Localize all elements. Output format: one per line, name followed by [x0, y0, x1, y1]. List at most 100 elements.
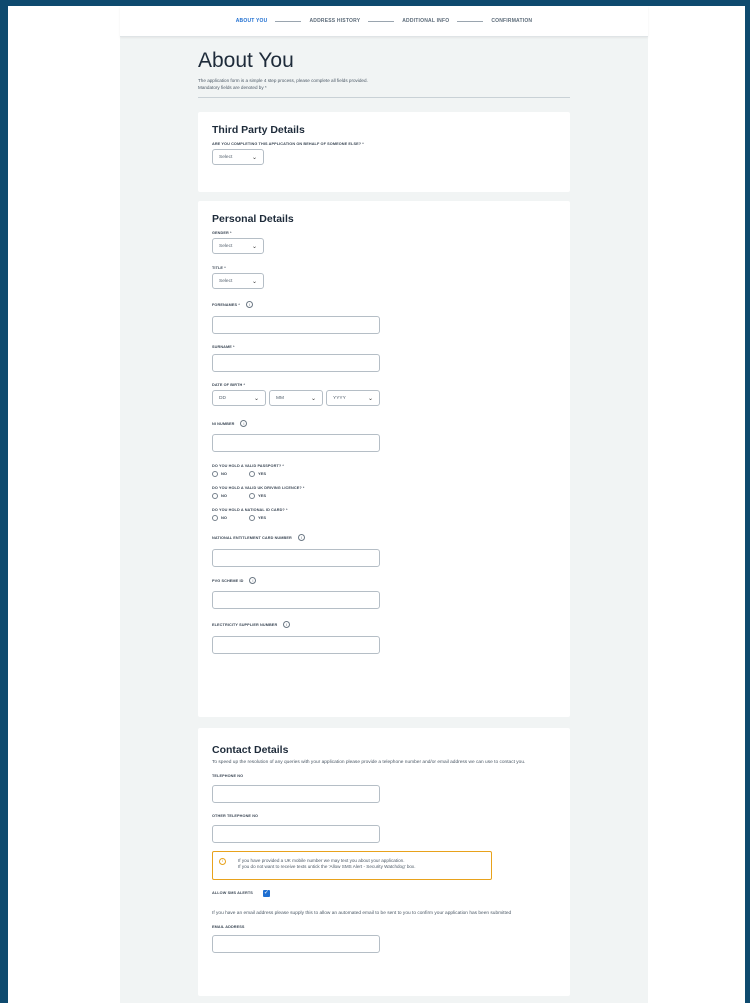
info-icon[interactable]: i [249, 577, 257, 584]
title-select-value: Select [219, 278, 233, 284]
radio-button[interactable] [249, 470, 255, 477]
third-party-question: ARE YOU COMPLETING THIS APPLICATION ON B… [212, 141, 364, 146]
passport-no-option[interactable]: NO [212, 470, 249, 477]
radio-label: YES [258, 515, 267, 520]
ni-label-text: NI NUMBER [212, 421, 235, 426]
step-additional-info[interactable]: ADDITIONAL INFO [398, 18, 453, 24]
step-address-history[interactable]: ADDRESS HISTORY [305, 18, 364, 24]
passport-label: DO YOU HOLD A VALID PASSPORT? * [212, 463, 285, 468]
contact-description: To speed up the resolution of any querie… [212, 760, 526, 765]
entitlement-input[interactable] [212, 549, 380, 567]
idcard-radio-group: NO YES [212, 513, 556, 522]
radio-label: NO [221, 515, 227, 520]
dob-month-select[interactable]: MM ⌄ [269, 390, 323, 406]
third-party-heading: Third Party Details [212, 124, 305, 136]
electricity-label: ELECTRICITY SUPPLIER NUMBER i [212, 621, 556, 628]
licence-no-option[interactable]: NO [212, 492, 249, 499]
licence-yes-option[interactable]: YES [249, 492, 286, 499]
electricity-label-text: ELECTRICITY SUPPLIER NUMBER [212, 622, 278, 627]
step-connector [275, 20, 302, 22]
passport-yes-option[interactable]: YES [249, 470, 286, 477]
sms-alerts-row: ALLOW SMS ALERTS ✓ [212, 889, 556, 897]
radio-button[interactable] [212, 492, 218, 499]
info-icon[interactable]: i [297, 534, 305, 541]
other-telephone-label: OTHER TELEPHONE NO [212, 814, 259, 818]
forenames-input[interactable] [212, 316, 380, 334]
licence-label: DO YOU HOLD A VALID UK DRIVING LICENCE? … [212, 485, 305, 490]
sms-notice-line2: If you do not want to receive texts unti… [238, 863, 416, 869]
other-telephone-input[interactable] [212, 824, 380, 843]
intro-text: The application form is a simple 4 step … [198, 78, 368, 83]
dob-year-select[interactable]: YYYY ⌄ [326, 390, 380, 406]
licence-radio-group: NO YES [212, 491, 556, 500]
telephone-input[interactable] [212, 784, 380, 803]
third-party-card: Third Party Details ARE YOU COMPLETING T… [198, 112, 570, 192]
ni-label: NI NUMBER i [212, 420, 556, 427]
personal-details-card: Personal Details GENDER * Select ⌄ TITLE… [198, 201, 570, 717]
electricity-input[interactable] [212, 636, 380, 654]
gender-select-value: Select [219, 243, 233, 249]
surname-input[interactable] [212, 354, 380, 372]
dob-year-value: YYYY [333, 395, 346, 401]
radio-button[interactable] [249, 492, 255, 499]
contact-details-card: Contact Details To speed up the resoluti… [198, 728, 570, 996]
forenames-label-text: FORENAMES * [212, 302, 240, 307]
gender-select[interactable]: Select ⌄ [212, 238, 264, 254]
contact-heading: Contact Details [212, 744, 289, 756]
chevron-down-icon: ⌄ [367, 395, 373, 402]
progress-stepper: ABOUT YOU ADDRESS HISTORY ADDITIONAL INF… [120, 6, 648, 37]
step-about-you[interactable]: ABOUT YOU [232, 18, 272, 24]
third-party-select-value: Select [219, 154, 233, 160]
radio-button[interactable] [249, 514, 255, 521]
pvg-label: PVG SCHEME ID i [212, 577, 556, 584]
idcard-label: DO YOU HOLD A NATIONAL ID CARD? * [212, 507, 288, 512]
intro-divider [198, 97, 570, 98]
gender-label: GENDER * [212, 230, 232, 235]
pvg-input[interactable] [212, 591, 380, 609]
sms-alerts-checkbox[interactable]: ✓ [262, 889, 270, 897]
forenames-label: FORENAMES * i [212, 301, 556, 308]
chevron-down-icon: ⌄ [251, 243, 257, 250]
dob-day-value: DD [219, 395, 226, 401]
telephone-label: TELEPHONE NO [212, 774, 244, 778]
chevron-down-icon: ⌄ [251, 278, 257, 285]
info-icon[interactable]: i [283, 621, 291, 628]
radio-button[interactable] [212, 470, 218, 477]
radio-button[interactable] [212, 514, 218, 521]
chevron-down-icon: ⌄ [310, 395, 316, 402]
title-select[interactable]: Select ⌄ [212, 273, 264, 289]
ni-input[interactable] [212, 434, 380, 452]
sms-alerts-label: ALLOW SMS ALERTS [212, 891, 253, 895]
step-connector [457, 20, 484, 22]
radio-label: NO [221, 493, 227, 498]
passport-radio-group: NO YES [212, 469, 556, 478]
chevron-down-icon: ⌄ [251, 154, 257, 161]
radio-label: YES [258, 493, 267, 498]
step-connector [368, 20, 395, 22]
email-input[interactable] [212, 935, 380, 953]
entitlement-label: NATIONAL ENTITLEMENT CARD NUMBER i [212, 534, 556, 541]
mandatory-note: Mandatory fields are denoted by * [198, 85, 267, 90]
idcard-no-option[interactable]: NO [212, 514, 249, 521]
step-confirmation[interactable]: CONFIRMATION [487, 18, 536, 24]
chevron-down-icon: ⌄ [253, 395, 259, 402]
surname-label: SURNAME * [212, 344, 235, 349]
dob-day-select[interactable]: DD ⌄ [212, 390, 266, 406]
dob-month-value: MM [276, 395, 284, 401]
sms-notice-line1: If you have provided a UK mobile number … [238, 857, 405, 863]
info-icon[interactable]: i [240, 420, 248, 427]
sms-notice: i If you have provided a UK mobile numbe… [212, 850, 492, 880]
title-label: TITLE * [212, 265, 226, 270]
email-label: EMAIL ADDRESS [212, 924, 245, 929]
intro-section: About You The application form is a simp… [120, 37, 570, 91]
dob-group: DD ⌄ MM ⌄ YYYY ⌄ [212, 390, 556, 406]
third-party-select[interactable]: Select ⌄ [212, 149, 264, 165]
idcard-yes-option[interactable]: YES [249, 514, 286, 521]
radio-label: YES [258, 471, 267, 476]
page-shell: ABOUT YOU ADDRESS HISTORY ADDITIONAL INF… [120, 6, 648, 1003]
sms-notice-text: If you have provided a UK mobile number … [238, 858, 416, 870]
email-description: If you have an email address please supp… [212, 910, 512, 916]
info-icon[interactable]: i [245, 301, 253, 308]
dob-label: DATE OF BIRTH * [212, 382, 246, 387]
personal-heading: Personal Details [212, 213, 294, 225]
